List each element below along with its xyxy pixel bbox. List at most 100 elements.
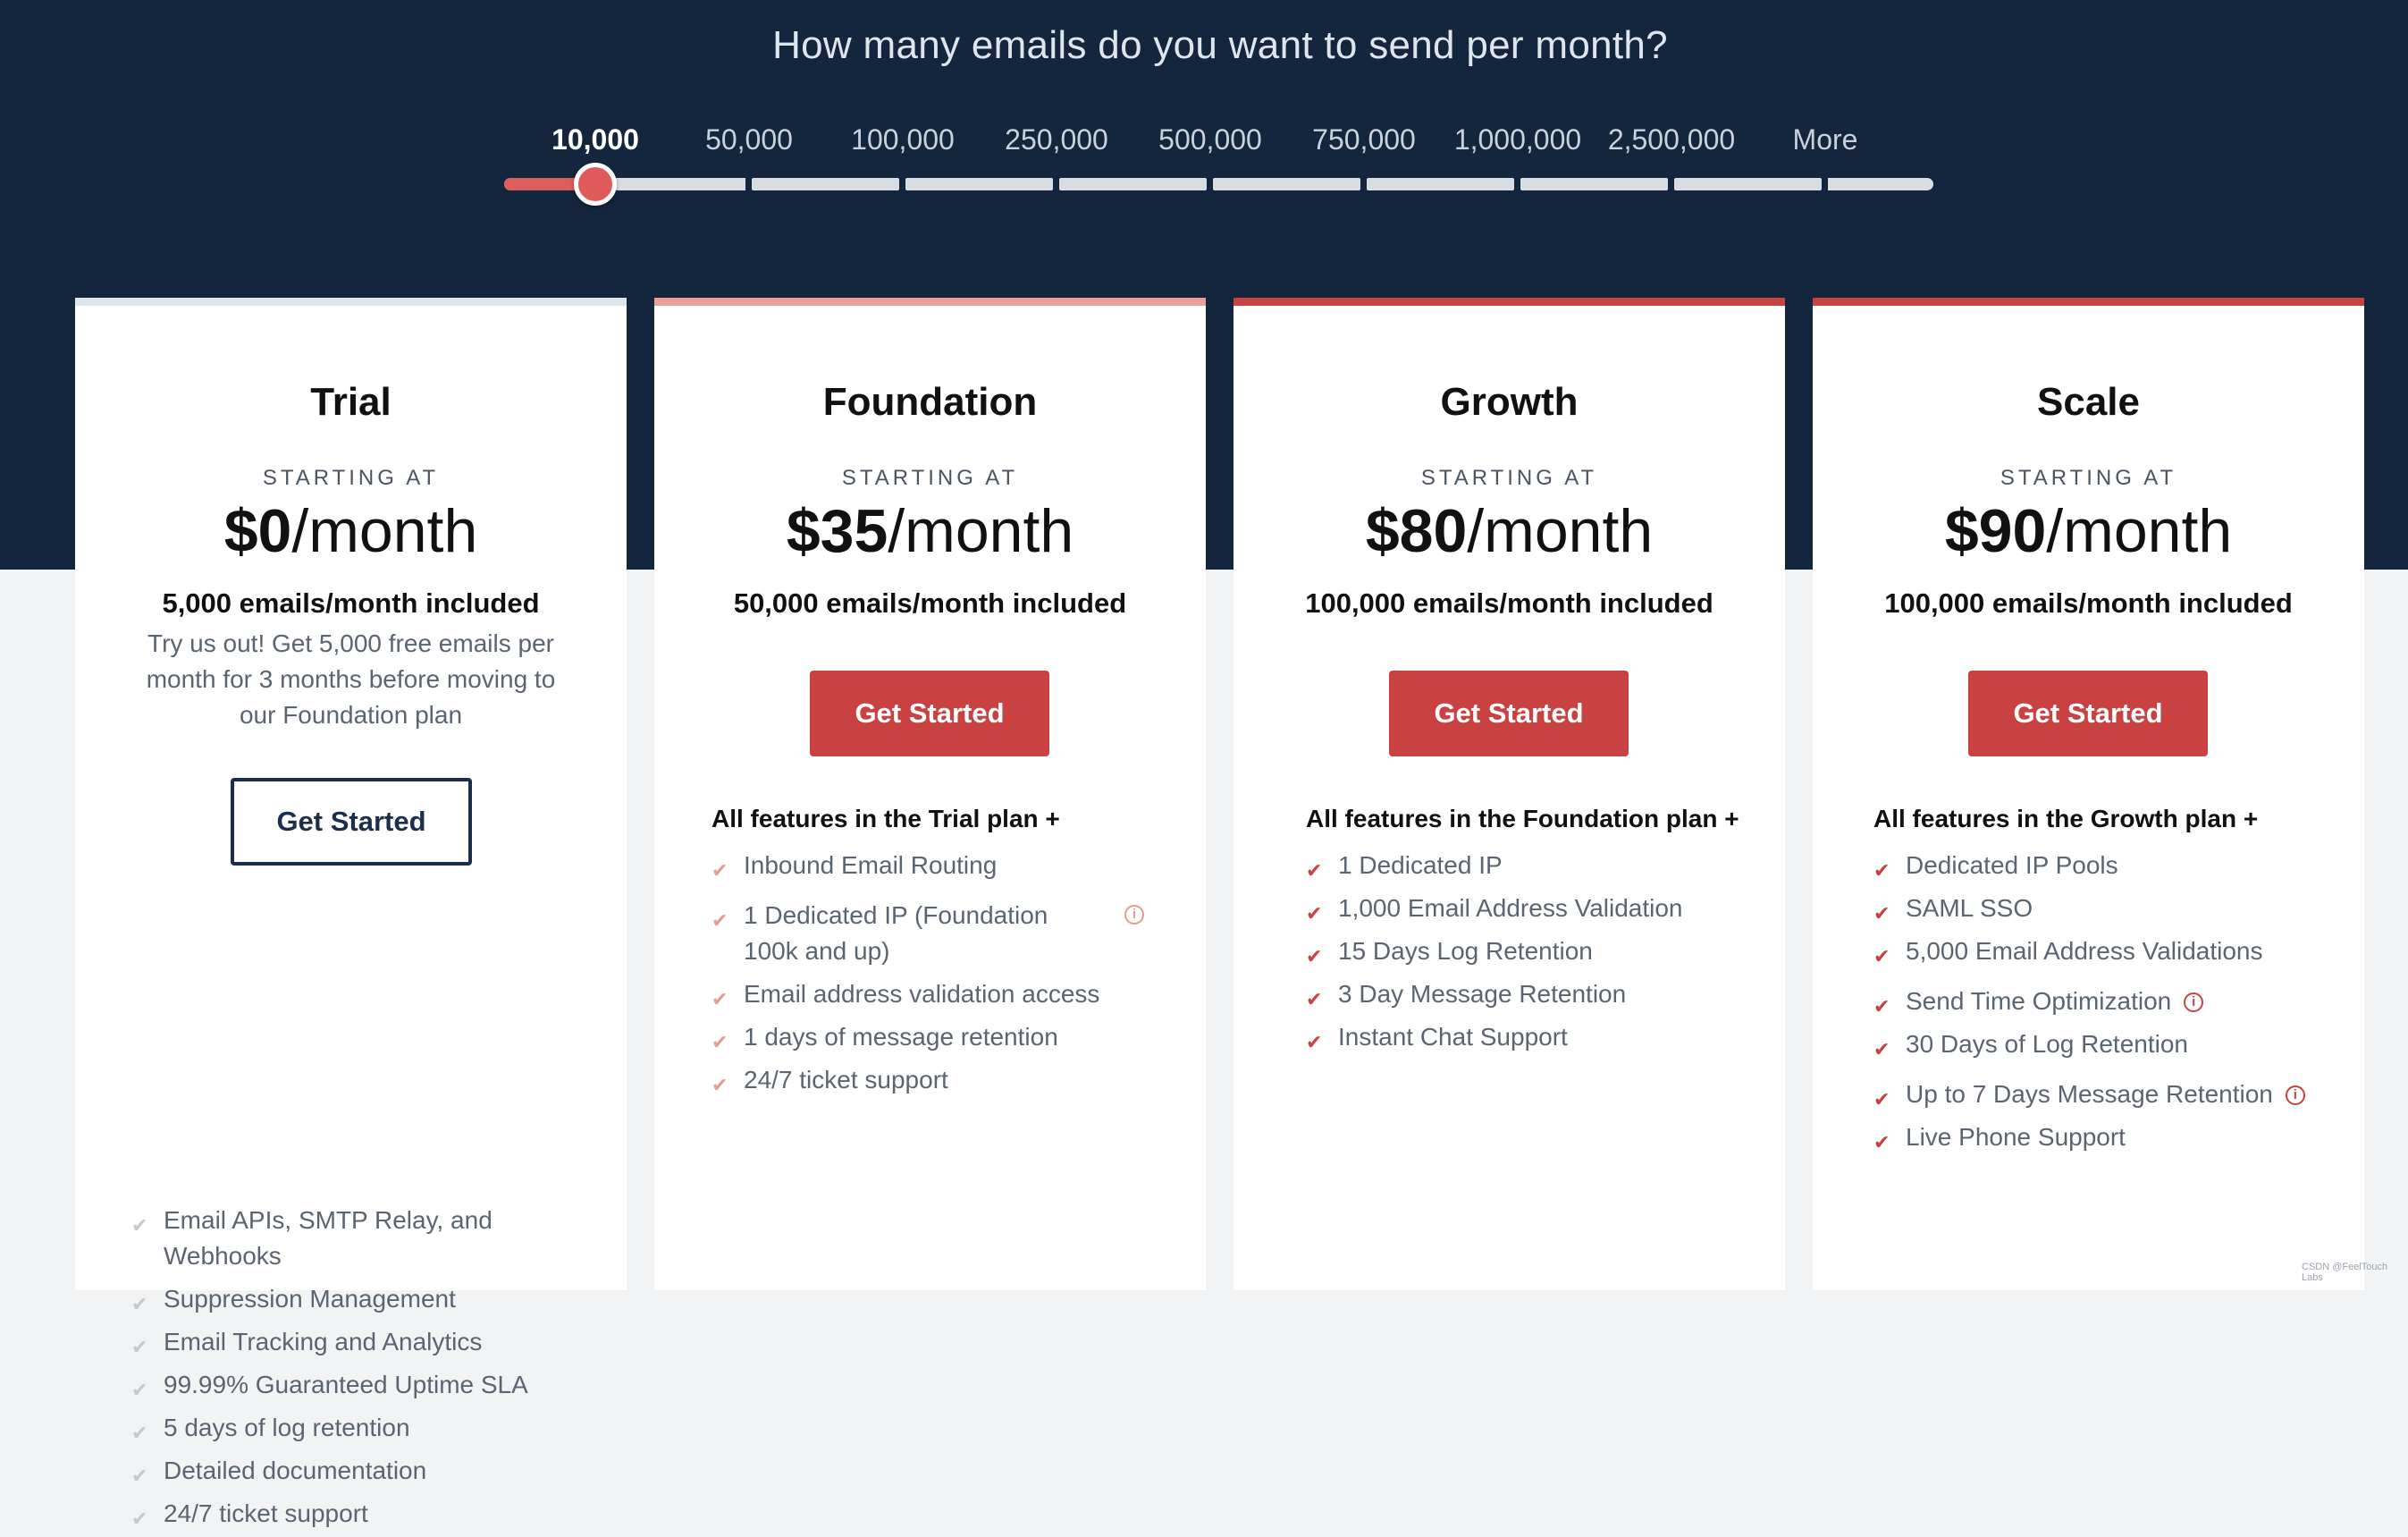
feature-item: ✔ Email APIs, SMTP Relay, and Webhooks [131,1206,493,1270]
feature-item: ✔ Dedicated IP Pools [1873,848,2338,883]
feature-item: ✔ 30 Days of Log Retention [1873,1026,2338,1062]
feature-item: ✔ 5,000 Email Address Validations [1873,933,2338,969]
slider-option-100000[interactable]: 100,000 [851,123,955,156]
feature-item: ✔ SAML SSO [1873,891,2338,926]
check-icon: ✔ [711,909,728,932]
card-top-bar [654,298,1206,306]
volume-question: How many emails do you want to send per … [772,23,1668,67]
info-icon[interactable]: i [1124,905,1144,925]
plan-price: $90/month [1813,496,2364,566]
plan-price: $35/month [654,496,1206,566]
feature-item: ✔ 99.99% Guaranteed Uptime SLA [131,1367,578,1403]
slider-option-500000[interactable]: 500,000 [1158,123,1262,156]
price-amount: $80 [1365,497,1468,565]
feature-item: ✔ 24/7 ticket support [711,1062,1158,1098]
check-icon: ✔ [711,988,728,1010]
starting-at-label: STARTING AT [841,466,1019,490]
plan-price: $80/month [1233,496,1785,566]
slider-option-50000[interactable]: 50,000 [705,123,793,156]
feature-item: ✔ 1 Dedicated IP (Foundation 100k and up) [711,901,1048,965]
slider-option-750000[interactable]: 750,000 [1312,123,1416,156]
slider-segment[interactable] [905,178,1053,190]
feature-item: ✔ Send Time Optimization i [1873,984,2338,1019]
check-icon: ✔ [1873,945,1890,967]
feature-item: ✔ Live Phone Support [1873,1119,2338,1155]
slider-segment[interactable] [1520,178,1668,190]
check-icon: ✔ [131,1214,148,1237]
price-amount: $0 [223,497,292,565]
check-icon: ✔ [711,1074,728,1096]
feature-item: ✔ Instant Chat Support [1306,1019,1753,1055]
slider-thumb[interactable] [574,163,617,206]
plan-price: $0/month [75,496,627,566]
check-icon: ✔ [1873,1131,1890,1153]
feature-item: ✔ Detailed documentation [131,1453,578,1489]
check-icon: ✔ [1873,1038,1890,1060]
check-icon: ✔ [131,1379,148,1401]
get-started-button[interactable]: Get Started [810,671,1049,756]
feature-item: ✔ Up to 7 Days Message Retention i [1873,1077,2356,1112]
info-icon[interactable]: i [2285,1085,2305,1105]
feature-item: ✔ 1,000 Email Address Validation [1306,891,1753,926]
check-icon: ✔ [1306,859,1323,882]
slider-segment[interactable] [1213,178,1360,190]
watermark: CSDN @FeelTouch Labs [2302,1262,2388,1283]
slider-option-250000[interactable]: 250,000 [1005,123,1108,156]
plan-name: Trial [310,380,392,424]
slider-option-2500000[interactable]: 2,500,000 [1608,123,1735,156]
price-amount: $35 [786,497,888,565]
price-unit: /month [888,497,1074,565]
slider-segment[interactable] [752,178,899,190]
feature-item: ✔ Inbound Email Routing [711,848,1158,883]
plan-card-scale: Scale STARTING AT $90/month 100,000 emai… [1813,298,2364,1290]
check-icon: ✔ [131,1422,148,1444]
price-amount: $90 [1944,497,2047,565]
starting-at-label: STARTING AT [2000,466,2177,490]
slider-option-1000000[interactable]: 1,000,000 [1454,123,1581,156]
slider-option-more[interactable]: More [1793,123,1858,156]
feature-item: ✔ Email address validation access [711,976,1158,1012]
check-icon: ✔ [1873,902,1890,925]
check-icon: ✔ [711,1031,728,1053]
features-heading: All features in the Foundation plan + [1306,805,1739,832]
slider-option-10000[interactable]: 10,000 [551,123,639,156]
feature-item: ✔ 3 Day Message Retention [1306,976,1753,1012]
price-unit: /month [2046,497,2233,565]
check-icon: ✔ [1873,1088,1890,1111]
check-icon: ✔ [131,1465,148,1487]
feature-item: ✔ 24/7 ticket support [131,1496,578,1532]
plan-card-growth: Growth STARTING AT $80/month 100,000 ema… [1233,298,1785,1290]
check-icon: ✔ [1873,859,1890,882]
price-unit: /month [1467,497,1654,565]
card-top-bar [1233,298,1785,306]
plan-name: Scale [2037,380,2140,424]
emails-included: 100,000 emails/month included [1305,587,1713,619]
slider-segment[interactable] [1828,178,1933,190]
emails-included: 50,000 emails/month included [733,587,1127,619]
get-started-button[interactable]: Get Started [1389,671,1629,756]
check-icon: ✔ [1306,902,1323,925]
starting-at-label: STARTING AT [1420,466,1598,490]
emails-included: 5,000 emails/month included [162,587,540,619]
feature-item: ✔ 1 Dedicated IP [1306,848,1753,883]
card-top-bar [75,298,627,306]
slider-segment[interactable] [1059,178,1207,190]
slider-segment[interactable] [1367,178,1514,190]
slider-segment[interactable] [1674,178,1822,190]
features-heading: All features in the Trial plan + [711,805,1060,832]
feature-item: ✔ 15 Days Log Retention [1306,933,1753,969]
get-started-button[interactable]: Get Started [231,778,472,866]
plan-description: Try us out! Get 5,000 free emails per mo… [146,629,556,729]
plan-name: Foundation [822,380,1038,424]
check-icon: ✔ [1873,995,1890,1018]
starting-at-label: STARTING AT [262,466,440,490]
info-icon[interactable]: i [2184,992,2204,1012]
check-icon: ✔ [131,1507,148,1530]
check-icon: ✔ [131,1293,148,1315]
feature-item: ✔ Email Tracking and Analytics [131,1324,578,1360]
feature-item: ✔ 1 days of message retention [711,1019,1158,1055]
card-top-bar [1813,298,2364,306]
plan-name: Growth [1440,380,1579,424]
get-started-button[interactable]: Get Started [1968,671,2208,756]
price-unit: /month [291,497,478,565]
